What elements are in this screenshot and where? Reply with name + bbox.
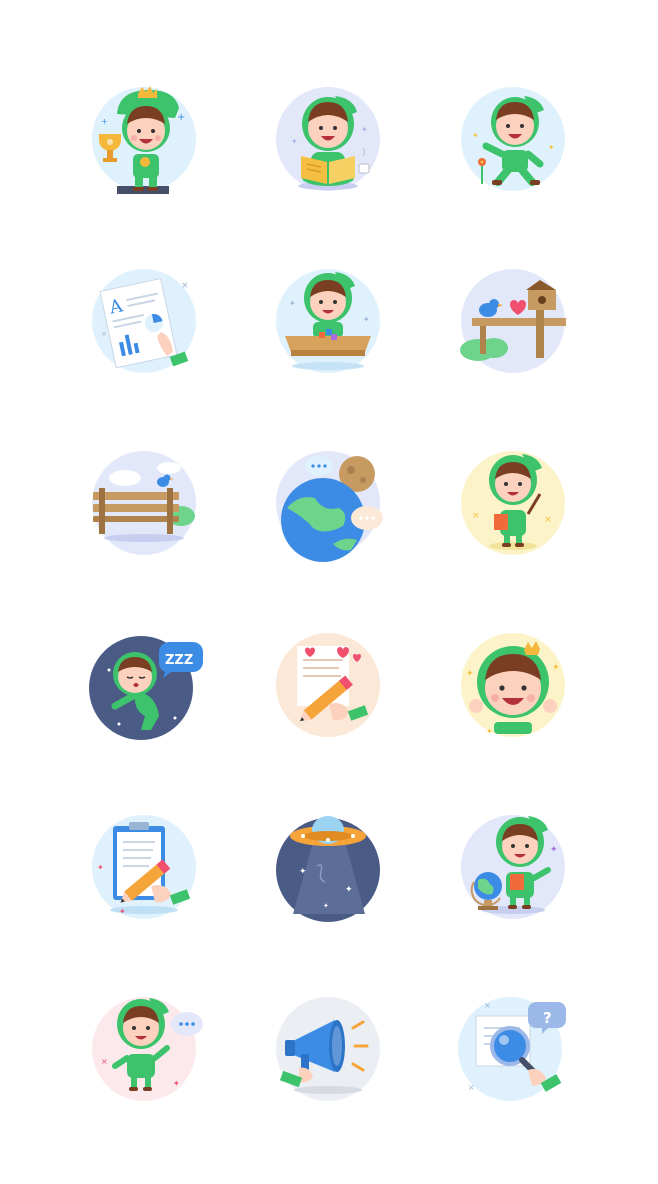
question-mark: ? [543,1009,552,1027]
svg-text:✦: ✦ [289,299,296,308]
svg-text:✦: ✦ [291,137,298,146]
kid-crown-happy-icon: ✦ ✦ ✦ [458,630,568,740]
kid-walking-flower-icon: ✦ ✦ [458,84,568,194]
svg-text:✦: ✦ [466,669,474,679]
svg-text:✦: ✦ [119,907,126,916]
icon-grid: + + ✦ ✦ ✦ ✦ A × × ✦ ✦ × × ZZZ ✦ ✦ ✦ ✦ ✦ … [0,0,658,1184]
svg-text:×: × [468,1083,475,1092]
svg-text:×: × [101,330,107,338]
magnifier-question-icon: ? × × [458,994,568,1104]
zzz-label: ZZZ [165,653,193,668]
kid-holding-book-icon: × × [458,448,568,558]
earth-moon-chat-icon [273,448,383,562]
clipboard-pencil-icon: ✦ ✦ [89,812,199,922]
kid-reading-book-icon: ✦ ✦ [273,84,383,194]
svg-text:×: × [472,511,480,521]
svg-text:✦: ✦ [550,845,558,855]
svg-text:✦: ✦ [97,863,104,872]
svg-text:+: + [177,112,185,123]
svg-text:✦: ✦ [363,315,370,324]
svg-text:×: × [484,1001,491,1010]
svg-text:✦: ✦ [345,885,353,895]
svg-text:✦: ✦ [173,1079,180,1088]
kid-chat-bubble-icon: × ✦ [89,994,203,1104]
svg-text:✦: ✦ [323,902,329,910]
svg-text:×: × [544,515,552,525]
document-chart-icon: A × × [89,266,199,376]
svg-text:✦: ✦ [472,131,479,140]
kid-trophy-icon: + + [89,84,199,194]
hand-writing-letter-icon [273,630,383,740]
kid-globe-icon: ✦ [458,812,568,922]
svg-text:✦: ✦ [361,125,368,134]
svg-text:+: + [101,117,108,126]
megaphone-icon [273,994,383,1104]
kid-desk-blocks-icon: ✦ ✦ [273,266,383,376]
svg-text:✦: ✦ [486,727,493,736]
svg-text:✦: ✦ [299,867,307,877]
kid-sleeping-icon: ZZZ [89,630,203,740]
ufo-space-icon: ✦ ✦ ✦ [273,812,383,922]
svg-text:✦: ✦ [548,143,555,152]
park-bench-icon [89,448,199,558]
bird-birdhouse-icon [458,266,568,376]
svg-text:✦: ✦ [552,663,560,673]
svg-text:×: × [181,281,189,291]
svg-text:×: × [101,1057,108,1066]
